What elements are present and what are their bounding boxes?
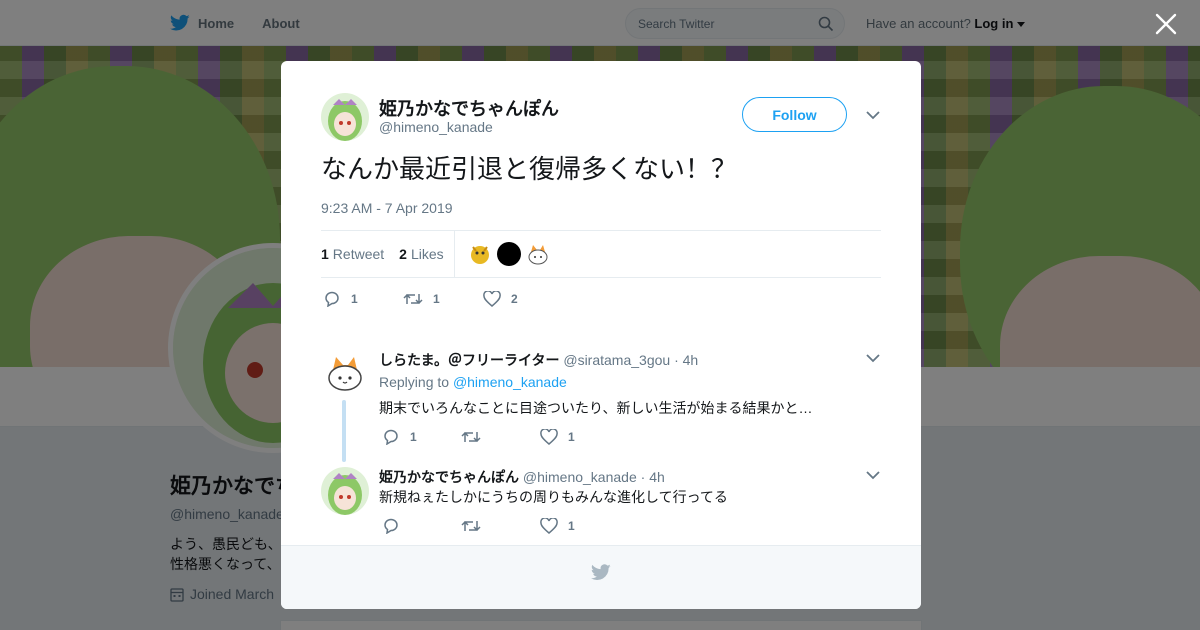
like-count: 1 (568, 518, 575, 533)
like-action[interactable]: 1 (540, 428, 575, 445)
reply-author-avatar[interactable] (321, 467, 369, 515)
tweet-timestamp[interactable]: 9:23 AM - 7 Apr 2019 (321, 200, 453, 216)
close-icon[interactable] (1154, 12, 1178, 36)
like-action-count: 2 (511, 291, 518, 306)
twitter-bird-icon (591, 564, 611, 580)
reply-text: 期末でいろんなことに目途ついたり、新しい生活が始まる結果かと… (379, 400, 813, 416)
thread-line (342, 400, 346, 462)
follow-button[interactable]: Follow (742, 97, 847, 132)
reply-author-name[interactable]: しらたま。＠フリーライター (379, 352, 559, 368)
reply-icon (384, 429, 398, 445)
retweet-action[interactable] (461, 519, 540, 533)
reply-action[interactable]: 1 (382, 428, 461, 445)
reply-icon (384, 518, 398, 534)
retweet-action-count: 1 (433, 291, 440, 306)
reply-author-handle[interactable]: @siratama_3gou (563, 352, 670, 368)
reply-action[interactable]: 1 (323, 290, 403, 307)
like-action[interactable]: 2 (483, 290, 518, 307)
tweet-author-avatar[interactable] (321, 93, 369, 141)
reply-time[interactable]: · 4h (641, 469, 665, 485)
chevron-down-icon[interactable] (866, 111, 880, 120)
tweet-modal: 姫乃かなでちゃんぽん @himeno_kanade Follow なんか最近引退… (281, 61, 921, 609)
replying-to-link[interactable]: @himeno_kanade (453, 374, 567, 390)
heart-icon (540, 428, 558, 445)
reply-header: 姫乃かなでちゃんぽん @himeno_kanade · 4h (379, 467, 665, 487)
tweet-actions: 1 1 2 (323, 290, 518, 307)
replying-to-prefix: Replying to (379, 374, 450, 390)
tweet-author-handle[interactable]: @himeno_kanade (379, 119, 493, 135)
like-action[interactable]: 1 (540, 517, 575, 534)
retweet-action[interactable]: 1 (403, 292, 483, 306)
avatar-illustration (321, 467, 369, 515)
tweet-text: なんか最近引退と復帰多くない！？ (321, 154, 738, 184)
avatar-illustration (321, 350, 369, 398)
chevron-down-icon[interactable] (866, 471, 880, 480)
avatar-illustration (321, 93, 369, 141)
reply-author-handle[interactable]: @himeno_kanade (523, 469, 637, 485)
retweet-action[interactable] (461, 430, 540, 444)
stats-divider (453, 231, 455, 277)
modal-footer (281, 545, 921, 609)
retweet-stat[interactable]: 1 Retweet (321, 246, 384, 262)
reply-header: しらたま。＠フリーライター @siratama_3gou · 4h (379, 350, 698, 370)
heart-icon (483, 290, 501, 307)
retweet-icon (403, 293, 423, 304)
reply-author-avatar[interactable] (321, 350, 369, 398)
reply-count: 1 (351, 291, 358, 306)
retweet-icon (461, 520, 481, 531)
reply-icon (325, 291, 339, 307)
heart-icon (540, 517, 558, 534)
liker-avatar[interactable] (466, 241, 493, 267)
like-stat-label: Likes (410, 246, 444, 262)
reply-action[interactable] (382, 517, 461, 534)
tweet-stats: 1 Retweet 2 Likes (321, 230, 881, 278)
like-count: 1 (568, 429, 575, 444)
tweet-author-name[interactable]: 姫乃かなでちゃんぽん (379, 95, 559, 121)
liker-avatar[interactable] (496, 241, 522, 267)
like-count: 2 (399, 246, 407, 262)
reply-time[interactable]: · 4h (674, 352, 698, 368)
reply-actions: 1 1 (382, 428, 575, 445)
reply-author-name[interactable]: 姫乃かなでちゃんぽん (379, 469, 519, 485)
like-stat[interactable]: 2 Likes (399, 246, 443, 262)
reply-actions: 1 (382, 517, 575, 534)
liker-avatar[interactable] (524, 241, 551, 267)
liker-avatars (466, 241, 551, 267)
reply-text: 新規ねぇたしかにうちの周りもみんな進化して行ってる (379, 489, 728, 505)
reply-count: 1 (410, 429, 417, 444)
retweet-stat-label: Retweet (332, 246, 385, 262)
retweet-count: 1 (321, 246, 329, 262)
replying-to: Replying to @himeno_kanade (379, 374, 567, 390)
chevron-down-icon[interactable] (866, 354, 880, 363)
retweet-icon (461, 431, 481, 442)
